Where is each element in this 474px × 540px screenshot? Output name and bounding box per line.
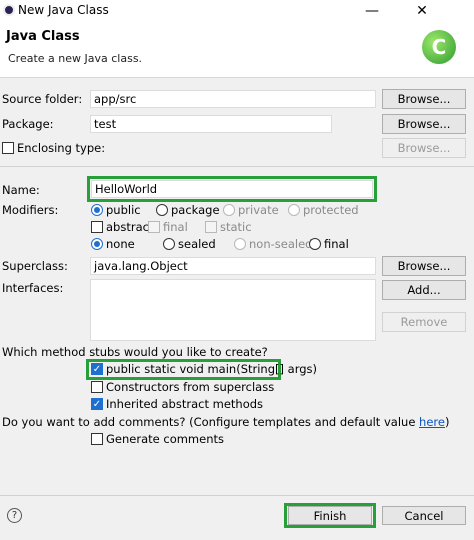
modifier-final-label: final [163,220,188,234]
modifier-abstract-label: abstract [106,220,154,234]
modifier-public-option[interactable]: public [91,203,141,217]
checkbox-icon[interactable] [205,221,217,233]
stub-constructors-option[interactable]: Constructors from superclass [91,380,274,394]
sealing-final-option[interactable]: final [309,237,349,251]
minimize-icon[interactable]: — [352,0,392,22]
package-field[interactable]: test [90,115,332,133]
separator [0,166,474,167]
modifier-final-option[interactable]: final [148,220,188,234]
configure-templates-link[interactable]: here [419,415,445,429]
radio-icon[interactable] [223,204,235,216]
superclass-field[interactable]: java.lang.Object [90,257,376,275]
sealing-final-label: final [324,237,349,251]
checkbox-checked-icon[interactable]: ✓ [91,363,103,375]
modifier-private-label: private [238,203,279,217]
comments-question-end: ) [444,415,450,429]
stub-main-method-option[interactable]: ✓ public static void main(String[] args) [91,362,317,376]
help-icon[interactable]: ? [7,508,22,523]
radio-icon[interactable] [156,204,168,216]
comments-question-text: Do you want to add comments? (Configure … [2,415,420,429]
eclipse-app-icon [3,4,15,16]
package-browse-button[interactable]: Browse... [382,114,466,134]
modifier-static-label: static [220,220,252,234]
sealing-non-sealed-option[interactable]: non-sealed [234,237,312,251]
radio-icon[interactable] [91,238,103,250]
checkbox-checked-icon[interactable]: ✓ [91,398,103,410]
source-folder-browse-button[interactable]: Browse... [382,89,466,109]
radio-icon[interactable] [91,204,103,216]
interfaces-remove-button[interactable]: Remove [382,312,466,332]
generate-comments-label: Generate comments [106,432,224,446]
finish-button[interactable]: Finish [288,506,372,525]
sealing-none-label: none [106,237,135,251]
cancel-button[interactable]: Cancel [382,506,466,525]
sealing-none-option[interactable]: none [91,237,135,251]
superclass-browse-button[interactable]: Browse... [382,256,466,276]
interfaces-label: Interfaces: [2,281,64,295]
modifier-abstract-option[interactable]: abstract [91,220,153,234]
package-label: Package: [2,117,54,131]
generate-comments-option[interactable]: Generate comments [91,432,224,446]
checkbox-icon[interactable] [91,221,103,233]
footer-separator [0,495,474,496]
modifier-package-label: package [171,203,220,217]
stub-constructors-label: Constructors from superclass [106,380,275,394]
modifier-package-option[interactable]: package [156,203,220,217]
stub-main-method-label: public static void main(String[] args) [106,362,317,376]
checkbox-icon[interactable] [91,433,103,445]
window-title: New Java Class [18,3,109,17]
interfaces-list[interactable] [90,279,376,341]
method-stubs-question: Which method stubs would you like to cre… [2,345,268,359]
modifier-static-option[interactable]: static [205,220,252,234]
modifier-protected-option[interactable]: protected [288,203,359,217]
sealing-sealed-option[interactable]: sealed [163,237,216,251]
source-folder-field[interactable]: app/src [90,90,376,108]
enclosing-type-option[interactable]: Enclosing type: [2,141,105,155]
superclass-label: Superclass: [2,259,68,273]
modifier-public-label: public [106,203,141,217]
checkbox-icon[interactable] [91,381,103,393]
radio-icon[interactable] [163,238,175,250]
modifier-protected-label: protected [303,203,359,217]
stub-inherited-abstract-option[interactable]: ✓ Inherited abstract methods [91,397,263,411]
sealing-sealed-label: sealed [178,237,216,251]
enclosing-type-label: Enclosing type: [17,141,106,155]
sealing-non-sealed-label: non-sealed [249,237,313,251]
wizard-description: Create a new Java class. [8,52,143,65]
close-icon[interactable]: ✕ [402,0,442,22]
source-folder-label: Source folder: [2,92,83,106]
name-label: Name: [2,183,40,197]
radio-icon[interactable] [234,238,246,250]
modifier-private-option[interactable]: private [223,203,279,217]
radio-icon[interactable] [309,238,321,250]
modifiers-label: Modifiers: [2,203,59,217]
comments-question: Do you want to add comments? (Configure … [2,415,449,429]
stub-inherited-abstract-label: Inherited abstract methods [106,397,264,411]
enclosing-type-browse-button[interactable]: Browse... [382,138,466,158]
radio-icon[interactable] [288,204,300,216]
name-field[interactable]: HelloWorld [91,180,373,198]
wizard-title: Java Class [6,29,80,44]
java-class-wizard-icon: C [422,30,456,64]
enclosing-type-checkbox[interactable] [2,142,14,154]
checkbox-icon[interactable] [148,221,160,233]
interfaces-add-button[interactable]: Add... [382,280,466,300]
